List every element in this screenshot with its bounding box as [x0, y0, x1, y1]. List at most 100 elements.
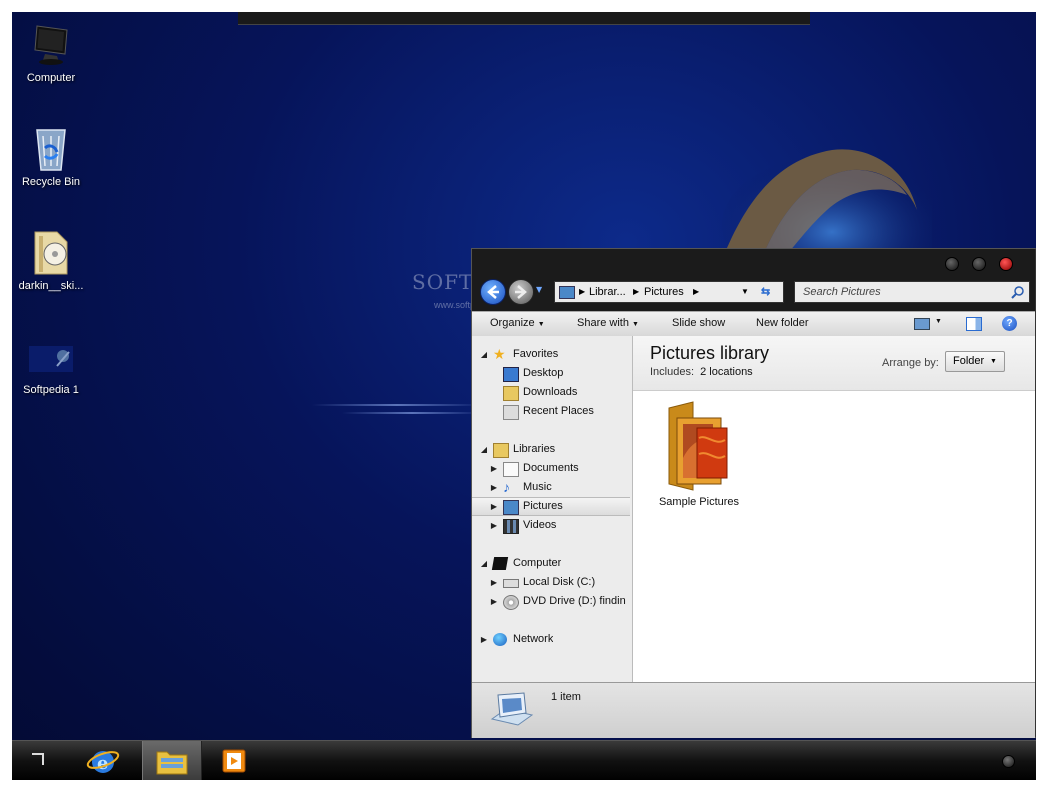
monitor-icon [27, 20, 75, 68]
address-dropdown-icon[interactable]: ▼ [741, 282, 749, 302]
chevron-down-icon: ▼ [537, 321, 545, 328]
zip-folder-icon [27, 228, 75, 276]
new-folder-button[interactable]: New folder [756, 317, 809, 329]
close-button[interactable] [999, 257, 1013, 271]
collapsed-arrow-icon[interactable]: ▶ [490, 573, 498, 592]
collapsed-arrow-icon[interactable]: ▶ [490, 459, 498, 478]
collapsed-arrow-icon[interactable]: ▶ [490, 498, 498, 515]
nav-recent-places[interactable]: Recent Places [472, 402, 630, 421]
locations-link[interactable]: 2 locations [700, 366, 753, 378]
share-with-button[interactable]: Share with ▼ [577, 317, 639, 329]
collapsed-arrow-icon[interactable]: ▶ [490, 592, 498, 611]
media-player-icon [222, 749, 246, 773]
arrange-by-value: Folder [953, 355, 985, 367]
nav-label: Documents [523, 462, 579, 474]
details-pane: 1 item [472, 682, 1035, 738]
nav-label: Network [513, 633, 554, 645]
breadcrumb-arrow-icon: ▶ [633, 287, 640, 296]
nav-pictures[interactable]: ▶ Pictures [472, 497, 630, 516]
collapsed-arrow-icon[interactable]: ▶ [490, 478, 498, 497]
taskbar: e [12, 740, 1036, 780]
nav-downloads[interactable]: Downloads [472, 383, 630, 402]
pictures-icon [503, 500, 519, 515]
desktop: Computer Recycle Bin darkin__ski... Soft… [12, 12, 1036, 780]
search-input[interactable]: Search Pictures [794, 281, 1030, 303]
taskbar-media-player[interactable] [220, 747, 248, 775]
library-header: Pictures library Includes: 2 locations A… [633, 336, 1035, 391]
recent-pages-chevron-icon[interactable]: ▼ [536, 285, 542, 294]
nav-videos[interactable]: ▶ Videos [472, 516, 630, 535]
downloads-folder-icon [503, 386, 519, 401]
desktop-icon-recycle-bin[interactable]: Recycle Bin [12, 124, 96, 188]
view-dropdown-icon[interactable]: ▼ [935, 318, 942, 325]
breadcrumb-arrow-icon: ▶ [579, 287, 586, 296]
nav-local-disk[interactable]: ▶ Local Disk (C:) [472, 573, 630, 592]
maximize-button[interactable] [972, 257, 986, 271]
nav-documents[interactable]: ▶ Documents [472, 459, 630, 478]
nav-label: Videos [523, 519, 557, 531]
help-icon[interactable]: ? [1002, 316, 1017, 331]
nav-libraries[interactable]: ◢ Libraries [472, 440, 630, 459]
organize-button[interactable]: Organize ▼ [490, 317, 545, 329]
collapsed-arrow-icon[interactable]: ▶ [490, 516, 498, 535]
nav-music[interactable]: ▶ ♪ Music [472, 478, 630, 497]
collapsed-arrow-icon[interactable]: ▶ [480, 630, 488, 649]
nav-dvd-drive[interactable]: ▶ DVD Drive (D:) findin [472, 592, 630, 611]
desktop-icon-computer[interactable]: Computer [12, 20, 96, 84]
libraries-folder-icon [493, 443, 509, 458]
minimize-button[interactable] [945, 257, 959, 271]
desktop-icon-label: Softpedia 1 [23, 384, 79, 396]
taskbar-windows-explorer-active[interactable] [142, 741, 202, 780]
nav-label: Local Disk (C:) [523, 576, 596, 588]
nav-label: Music [523, 481, 552, 493]
view-options-icon[interactable] [914, 318, 930, 330]
breadcrumb-pictures[interactable]: Pictures [644, 282, 684, 302]
explorer-window: ▼ ▶ Librar... ▶ Pictures ▶ ▼ ⇆ Search Pi… [471, 248, 1036, 738]
nav-network[interactable]: ▶ Network [472, 630, 630, 649]
breadcrumb-arrow-icon: ▶ [693, 287, 700, 296]
recycle-bin-icon [27, 124, 75, 172]
videos-icon [503, 519, 519, 534]
library-title: Pictures library [650, 343, 770, 363]
nav-computer[interactable]: ◢ Computer [472, 554, 630, 573]
computer-icon [491, 557, 509, 570]
documents-icon [503, 462, 519, 477]
desktop-icon-label: Recycle Bin [21, 176, 81, 188]
navigation-bar: ▼ ▶ Librar... ▶ Pictures ▶ ▼ ⇆ Search Pi… [472, 277, 1035, 311]
desktop-icon-softpedia[interactable]: Softpedia 1 [12, 332, 96, 396]
share-with-label: Share with [577, 317, 629, 329]
nav-label: DVD Drive (D:) findin [523, 595, 626, 607]
chevron-down-icon: ▼ [990, 358, 997, 365]
breadcrumb-libraries[interactable]: Librar... [589, 282, 626, 302]
forward-button[interactable] [508, 279, 534, 305]
address-bar[interactable]: ▶ Librar... ▶ Pictures ▶ ▼ ⇆ [554, 281, 784, 303]
organize-label: Organize [490, 317, 535, 329]
search-placeholder: Search Pictures [803, 286, 881, 298]
show-desktop-button[interactable] [1002, 755, 1015, 768]
slide-show-button[interactable]: Slide show [672, 317, 725, 329]
nav-label: Recent Places [523, 405, 594, 417]
item-count: 1 item [551, 691, 581, 703]
desktop-icon [503, 367, 519, 382]
preview-pane-icon[interactable] [966, 317, 982, 331]
pictures-library-large-icon [490, 692, 534, 726]
nav-favorites[interactable]: ◢ ★ Favorites [472, 345, 630, 364]
refresh-icon[interactable]: ⇆ [761, 282, 770, 302]
taskbar-internet-explorer[interactable]: e [86, 745, 120, 777]
folder-item-sample-pictures[interactable]: Sample Pictures [647, 398, 751, 508]
desktop-icon-archive[interactable]: darkin__ski... [12, 228, 96, 292]
hard-disk-icon [503, 579, 519, 588]
nav-desktop[interactable]: Desktop [472, 364, 630, 383]
chevron-down-icon: ▼ [632, 321, 639, 328]
search-icon[interactable] [1011, 285, 1025, 299]
includes-label: Includes: [650, 366, 695, 378]
nav-label: Computer [513, 557, 562, 569]
arrange-by-dropdown[interactable]: Folder ▼ [945, 351, 1005, 372]
explorer-folder-icon [156, 751, 188, 775]
back-button[interactable] [480, 279, 506, 305]
light-streak [342, 412, 482, 414]
start-button[interactable] [32, 753, 44, 765]
recent-places-icon [503, 405, 519, 420]
nav-label: Downloads [523, 386, 578, 398]
expanded-arrow-icon: ◢ [480, 559, 488, 568]
